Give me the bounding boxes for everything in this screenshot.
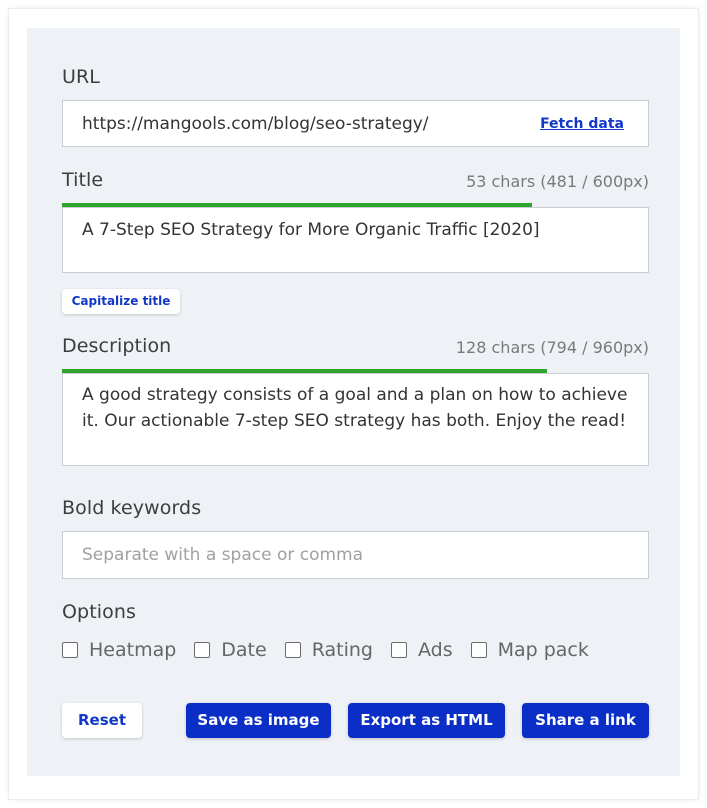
heatmap-checkbox[interactable] [62, 642, 78, 658]
save-as-image-button[interactable]: Save as image [186, 703, 331, 738]
fetch-data-link[interactable]: Fetch data [540, 116, 624, 132]
url-field[interactable]: https://mangools.com/blog/seo-strategy/ … [62, 100, 649, 147]
url-label: URL [62, 66, 100, 88]
option-rating[interactable]: Rating [284, 639, 373, 661]
title-label: Title [62, 169, 104, 191]
title-field[interactable]: A 7-Step SEO Strategy for More Organic T… [62, 207, 649, 273]
url-value[interactable]: https://mangools.com/blog/seo-strategy/ [82, 114, 429, 134]
heatmap-label: Heatmap [89, 639, 177, 661]
description-value[interactable]: A good strategy consists of a goal and a… [82, 382, 629, 434]
capitalize-title-button[interactable]: Capitalize title [62, 289, 180, 314]
bold-keywords-label: Bold keywords [62, 497, 202, 519]
ads-checkbox[interactable] [390, 642, 407, 658]
options-label: Options [62, 601, 137, 623]
share-link-button[interactable]: Share a link [522, 703, 649, 738]
export-as-html-button[interactable]: Export as HTML [348, 703, 505, 738]
reset-button[interactable]: Reset [62, 703, 142, 738]
rating-label: Rating [311, 639, 373, 661]
ads-label: Ads [417, 639, 453, 661]
rating-checkbox[interactable] [284, 642, 301, 658]
bold-keywords-input[interactable] [63, 532, 648, 578]
description-label: Description [62, 335, 172, 357]
map-pack-label: Map pack [497, 639, 589, 661]
title-counter: 53 chars (481 / 600px) [466, 172, 649, 191]
description-field[interactable]: A good strategy consists of a goal and a… [62, 373, 649, 466]
title-value[interactable]: A 7-Step SEO Strategy for More Organic T… [82, 218, 629, 242]
option-date[interactable]: Date [194, 639, 267, 661]
options-row: Heatmap Date Rating Ads Map pack [62, 637, 607, 663]
option-ads[interactable]: Ads [390, 639, 453, 661]
description-counter: 128 chars (794 / 960px) [455, 338, 649, 357]
map-pack-checkbox[interactable] [470, 642, 487, 658]
date-label: Date [221, 639, 267, 661]
date-checkbox[interactable] [194, 642, 211, 658]
bold-keywords-field[interactable] [62, 531, 649, 579]
option-map-pack[interactable]: Map pack [470, 639, 589, 661]
option-heatmap[interactable]: Heatmap [62, 639, 176, 661]
